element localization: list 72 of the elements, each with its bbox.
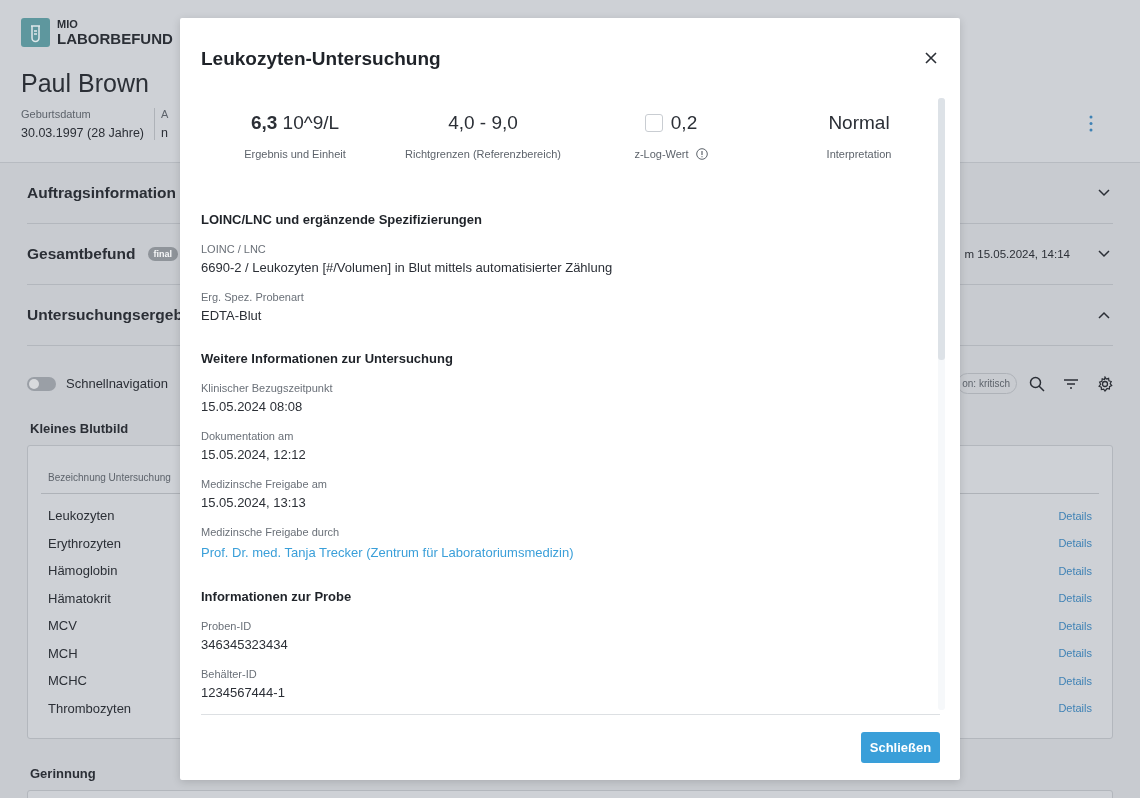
settings-icon[interactable] [1097,375,1113,392]
section-heading: LOINC/LNC und ergänzende Spezifizierungen [201,212,483,227]
stat-value: Normal [828,112,890,134]
table-cell: Erythrozyten [48,535,121,551]
toggle-label: Schnellnavigation [66,376,168,391]
section-title: Untersuchungsergeb [27,306,183,324]
chevron-down-icon[interactable] [1098,250,1110,258]
stat-value: 0,2 [670,112,698,134]
section-title: Auftragsinformation [27,184,176,202]
stat-label: Ergebnis und Einheit [244,148,346,160]
details-link[interactable]: Details [1058,592,1092,605]
table-cell: MCV [48,618,77,634]
section-heading: Weitere Informationen zur Untersuchung [201,351,454,366]
field-value: 346345323434 [201,637,289,652]
field-label: Medizinsche Freigabe am [201,478,328,490]
field-label: Medizinsche Freigabe durch [201,526,341,538]
table-cell: MCHC [48,673,87,689]
chevron-down-icon[interactable] [1098,189,1110,197]
stat-label: Interpretation [826,148,892,160]
more-menu-icon[interactable] [1088,115,1094,132]
table-cell: Leukozyten [48,508,115,524]
field-value: 15.05.2024 08:08 [201,399,304,414]
app-logo-subtitle: MIO [57,18,79,30]
close-button[interactable]: Schließen [861,732,940,763]
checkbox[interactable] [644,114,663,132]
field-label: Proben-ID [201,620,253,632]
details-link[interactable]: Details [1058,647,1092,660]
result-value: 6,3 10^9/L [250,112,340,134]
details-link[interactable]: Details [1058,564,1092,577]
field-label: Behälter-ID [201,668,258,680]
dialog-title: Leukozyten-Untersuchung [201,48,441,70]
status-badge: final [147,247,179,261]
test-tube-logo-icon [21,18,50,47]
details-link[interactable]: Details [1058,619,1092,632]
details-link[interactable]: Details [1058,674,1092,687]
field-value: EDTA-Blut [201,308,263,323]
section-heading: Informationen zur Probe [201,589,353,604]
field-value: n [161,126,169,140]
table-cell: Thrombozyten [48,700,132,716]
field-value: 1234567444-1 [201,685,286,700]
details-link[interactable]: Details [1058,509,1092,522]
table-cell: MCH [48,645,78,661]
field-label: LOINC / LNC [201,243,267,255]
stat-label: Richtgrenzen (Referenzbereich) [405,148,561,160]
close-icon [925,52,937,64]
provider-link[interactable]: Prof. Dr. med. Tanja Trecker (Zentrum für Laboratoriumsmedizin) [201,545,574,560]
field-label: Klinischer Bezugszeitpunkt [201,382,334,394]
section-title: Gesamtbefund [27,245,136,263]
field-label: Geburtsdatum [21,108,92,120]
chevron-up-icon[interactable] [1098,311,1110,319]
section-info: m 15.05.2024, 14:14 [964,248,1070,260]
stat-value: 4,0 - 9,0 [448,112,518,134]
group-title: Gerinnung [30,766,97,781]
table-cell: Hämatokrit [48,590,111,606]
search-icon[interactable] [1029,375,1045,392]
field-label: A [161,108,169,120]
field-value: 30.03.1997 (28 Jahre) [21,126,144,140]
field-value: 15.05.2024, 13:13 [201,495,307,510]
field-value: 15.05.2024, 12:12 [201,447,307,462]
details-link[interactable]: Details [1058,537,1092,550]
scrollbar[interactable] [938,98,945,710]
field-value: 6690-2 / Leukozyten [#/Volumen] in Blut mittels automatisierter Zählung [201,260,614,275]
field-label: Erg. Spez. Probenart [201,291,305,303]
patient-name: Paul Brown [21,69,150,98]
stat-label: z-Log-Wert [634,148,689,160]
details-link[interactable]: Details [1058,702,1092,715]
close-button[interactable] [924,52,938,66]
toggle-switch[interactable] [27,376,56,391]
app-logo-title: LABORBEFUND [57,30,173,47]
info-icon[interactable] [695,148,708,160]
table-cell: Hämoglobin [48,563,118,579]
field-label: Dokumentation am [201,430,295,442]
